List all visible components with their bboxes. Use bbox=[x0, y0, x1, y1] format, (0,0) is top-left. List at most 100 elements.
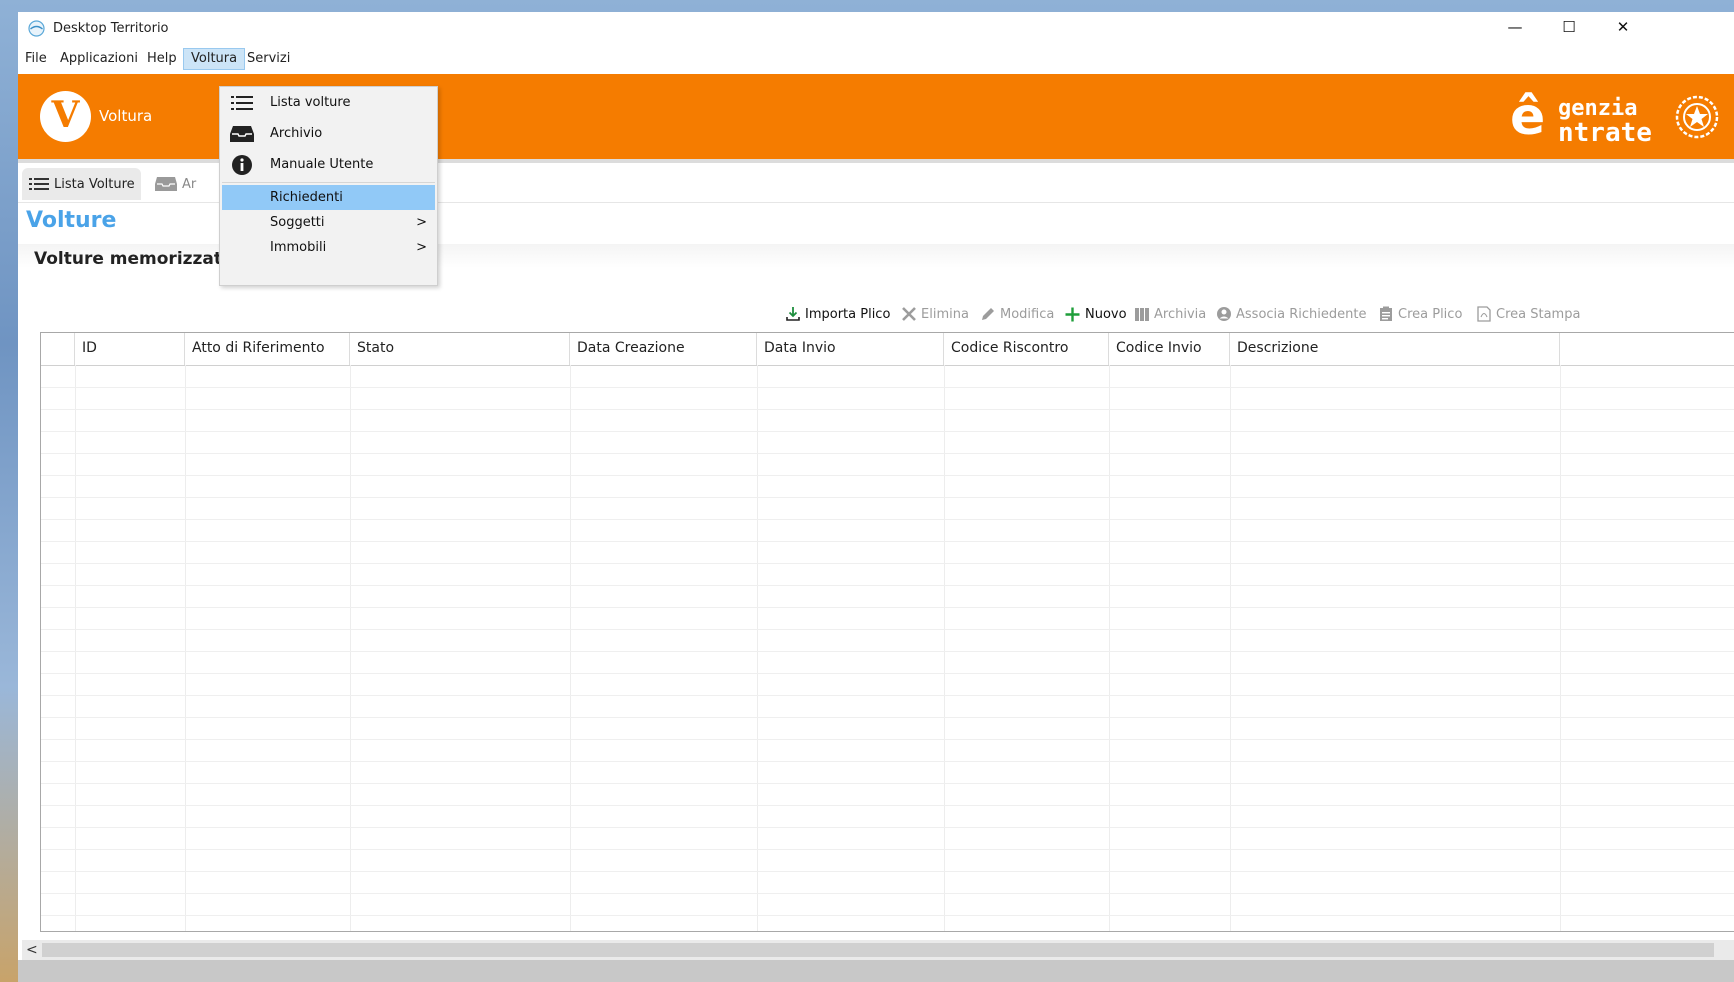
close-button[interactable]: ✕ bbox=[1596, 12, 1650, 42]
menu-item-immobili[interactable]: Immobili > bbox=[222, 235, 435, 260]
minimize-icon: — bbox=[1507, 18, 1523, 36]
voltura-logo: V bbox=[40, 91, 91, 142]
menu-servizi[interactable]: Servizi bbox=[240, 48, 297, 70]
app-icon bbox=[28, 20, 45, 37]
menu-item-manuale-utente[interactable]: Manuale Utente bbox=[222, 151, 435, 178]
row-divider bbox=[41, 695, 1734, 696]
crea-plico-button[interactable]: Crea Plico bbox=[1378, 302, 1462, 326]
row-divider bbox=[41, 629, 1734, 630]
column-divider bbox=[570, 365, 571, 931]
menu-item-archivio[interactable]: Archivio bbox=[222, 120, 435, 147]
import-plico-button[interactable]: Importa Plico bbox=[785, 302, 890, 326]
download-icon bbox=[786, 307, 800, 321]
horizontal-scrollbar[interactable]: < bbox=[22, 940, 1734, 960]
row-divider bbox=[41, 387, 1734, 388]
menu-help[interactable]: Help bbox=[140, 48, 184, 70]
crea-stampa-button[interactable]: Crea Stampa bbox=[1476, 302, 1580, 326]
nuovo-button[interactable]: Nuovo bbox=[1064, 302, 1127, 326]
column-header-descrizione[interactable]: Descrizione bbox=[1230, 333, 1560, 365]
tab-lista-volture[interactable]: Lista Volture bbox=[22, 168, 141, 200]
row-divider bbox=[41, 827, 1734, 828]
menu-item-soggetti-label: Soggetti bbox=[270, 215, 325, 230]
archivia-button[interactable]: Archivia bbox=[1134, 302, 1206, 326]
menu-item-lista-volture-label: Lista volture bbox=[270, 95, 351, 110]
associa-richiedente-label: Associa Richiedente bbox=[1236, 306, 1367, 322]
row-divider bbox=[41, 475, 1734, 476]
submenu-arrow-icon: > bbox=[416, 240, 427, 255]
maximize-button[interactable]: ☐ bbox=[1542, 12, 1596, 42]
column-divider bbox=[1560, 365, 1561, 931]
delete-x-icon bbox=[902, 307, 916, 321]
minimize-button[interactable]: — bbox=[1488, 12, 1542, 42]
list-icon bbox=[29, 178, 49, 190]
clipboard-icon bbox=[1380, 306, 1392, 321]
row-divider bbox=[41, 915, 1734, 916]
import-plico-label: Importa Plico bbox=[805, 306, 891, 322]
row-divider bbox=[41, 497, 1734, 498]
row-divider bbox=[41, 871, 1734, 872]
plus-icon bbox=[1065, 307, 1080, 321]
row-selector-header[interactable] bbox=[41, 333, 75, 365]
menu-file[interactable]: File bbox=[18, 48, 54, 70]
row-divider bbox=[41, 651, 1734, 652]
row-divider bbox=[41, 519, 1734, 520]
scroll-left-icon[interactable]: < bbox=[26, 940, 40, 960]
column-divider bbox=[1230, 365, 1231, 931]
column-divider bbox=[757, 365, 758, 931]
inbox-icon bbox=[228, 123, 256, 145]
close-icon: ✕ bbox=[1616, 18, 1630, 36]
column-header-data-creazione[interactable]: Data Creazione bbox=[570, 333, 757, 365]
row-divider bbox=[41, 409, 1734, 410]
republic-emblem-icon bbox=[1675, 95, 1719, 139]
inbox-icon bbox=[155, 177, 177, 191]
action-toolbar: Importa Plico Elimina Modifica Nuovo Arc… bbox=[18, 302, 1734, 326]
window-title: Desktop Territorio bbox=[53, 21, 169, 36]
crea-stampa-label: Crea Stampa bbox=[1496, 306, 1581, 322]
row-divider bbox=[41, 739, 1734, 740]
scrollbar-thumb[interactable] bbox=[42, 943, 1714, 957]
row-divider bbox=[41, 761, 1734, 762]
column-header-id[interactable]: ID bbox=[75, 333, 185, 365]
menu-bar: File Applicazioni Help Voltura Servizi bbox=[18, 48, 1734, 70]
row-divider bbox=[41, 563, 1734, 564]
menu-applicazioni[interactable]: Applicazioni bbox=[53, 48, 145, 70]
archivia-label: Archivia bbox=[1154, 306, 1207, 322]
modifica-button[interactable]: Modifica bbox=[980, 302, 1054, 326]
column-header-atto[interactable]: Atto di Riferimento bbox=[185, 333, 350, 365]
column-header-codice-riscontro[interactable]: Codice Riscontro bbox=[944, 333, 1109, 365]
row-divider bbox=[41, 431, 1734, 432]
tab-lista-volture-label: Lista Volture bbox=[54, 176, 135, 192]
associa-richiedente-button[interactable]: Associa Richiedente bbox=[1216, 302, 1366, 326]
title-bar: Desktop Territorio — ☐ ✕ bbox=[18, 12, 1734, 42]
tab-archivio[interactable]: Ar bbox=[148, 168, 202, 200]
menu-item-soggetti[interactable]: Soggetti > bbox=[222, 210, 435, 235]
column-header-codice-invio[interactable]: Codice Invio bbox=[1109, 333, 1230, 365]
column-divider bbox=[1109, 365, 1110, 931]
table-header: ID Atto di Riferimento Stato Data Creazi… bbox=[41, 333, 1734, 366]
menu-item-richiedenti[interactable]: Richiedenti bbox=[222, 185, 435, 210]
user-circle-icon bbox=[1217, 307, 1231, 321]
column-divider bbox=[350, 365, 351, 931]
brand-line2: ntrate bbox=[1558, 118, 1652, 148]
row-divider bbox=[41, 453, 1734, 454]
elimina-button[interactable]: Elimina bbox=[901, 302, 969, 326]
menu-item-richiedenti-label: Richiedenti bbox=[270, 190, 343, 205]
menu-item-archivio-label: Archivio bbox=[270, 126, 323, 141]
pencil-icon bbox=[982, 308, 994, 320]
voltura-logo-text: Voltura bbox=[99, 107, 153, 125]
menu-item-lista-volture[interactable]: Lista volture bbox=[222, 89, 435, 116]
voltura-dropdown-menu: Lista volture Archivio Manuale Utente Ri… bbox=[219, 86, 438, 286]
menu-separator bbox=[222, 182, 435, 183]
page-title: Volture bbox=[26, 208, 117, 233]
elimina-label: Elimina bbox=[921, 306, 969, 322]
volture-table[interactable]: ID Atto di Riferimento Stato Data Creazi… bbox=[40, 332, 1734, 932]
column-header-data-invio[interactable]: Data Invio bbox=[757, 333, 944, 365]
modifica-label: Modifica bbox=[1000, 306, 1055, 322]
column-divider bbox=[944, 365, 945, 931]
tab-archivio-label: Ar bbox=[182, 176, 197, 192]
menu-voltura[interactable]: Voltura bbox=[183, 48, 246, 70]
row-divider bbox=[41, 607, 1734, 608]
submenu-arrow-icon: > bbox=[416, 215, 427, 230]
column-header-stato[interactable]: Stato bbox=[350, 333, 570, 365]
crea-plico-label: Crea Plico bbox=[1398, 306, 1463, 322]
